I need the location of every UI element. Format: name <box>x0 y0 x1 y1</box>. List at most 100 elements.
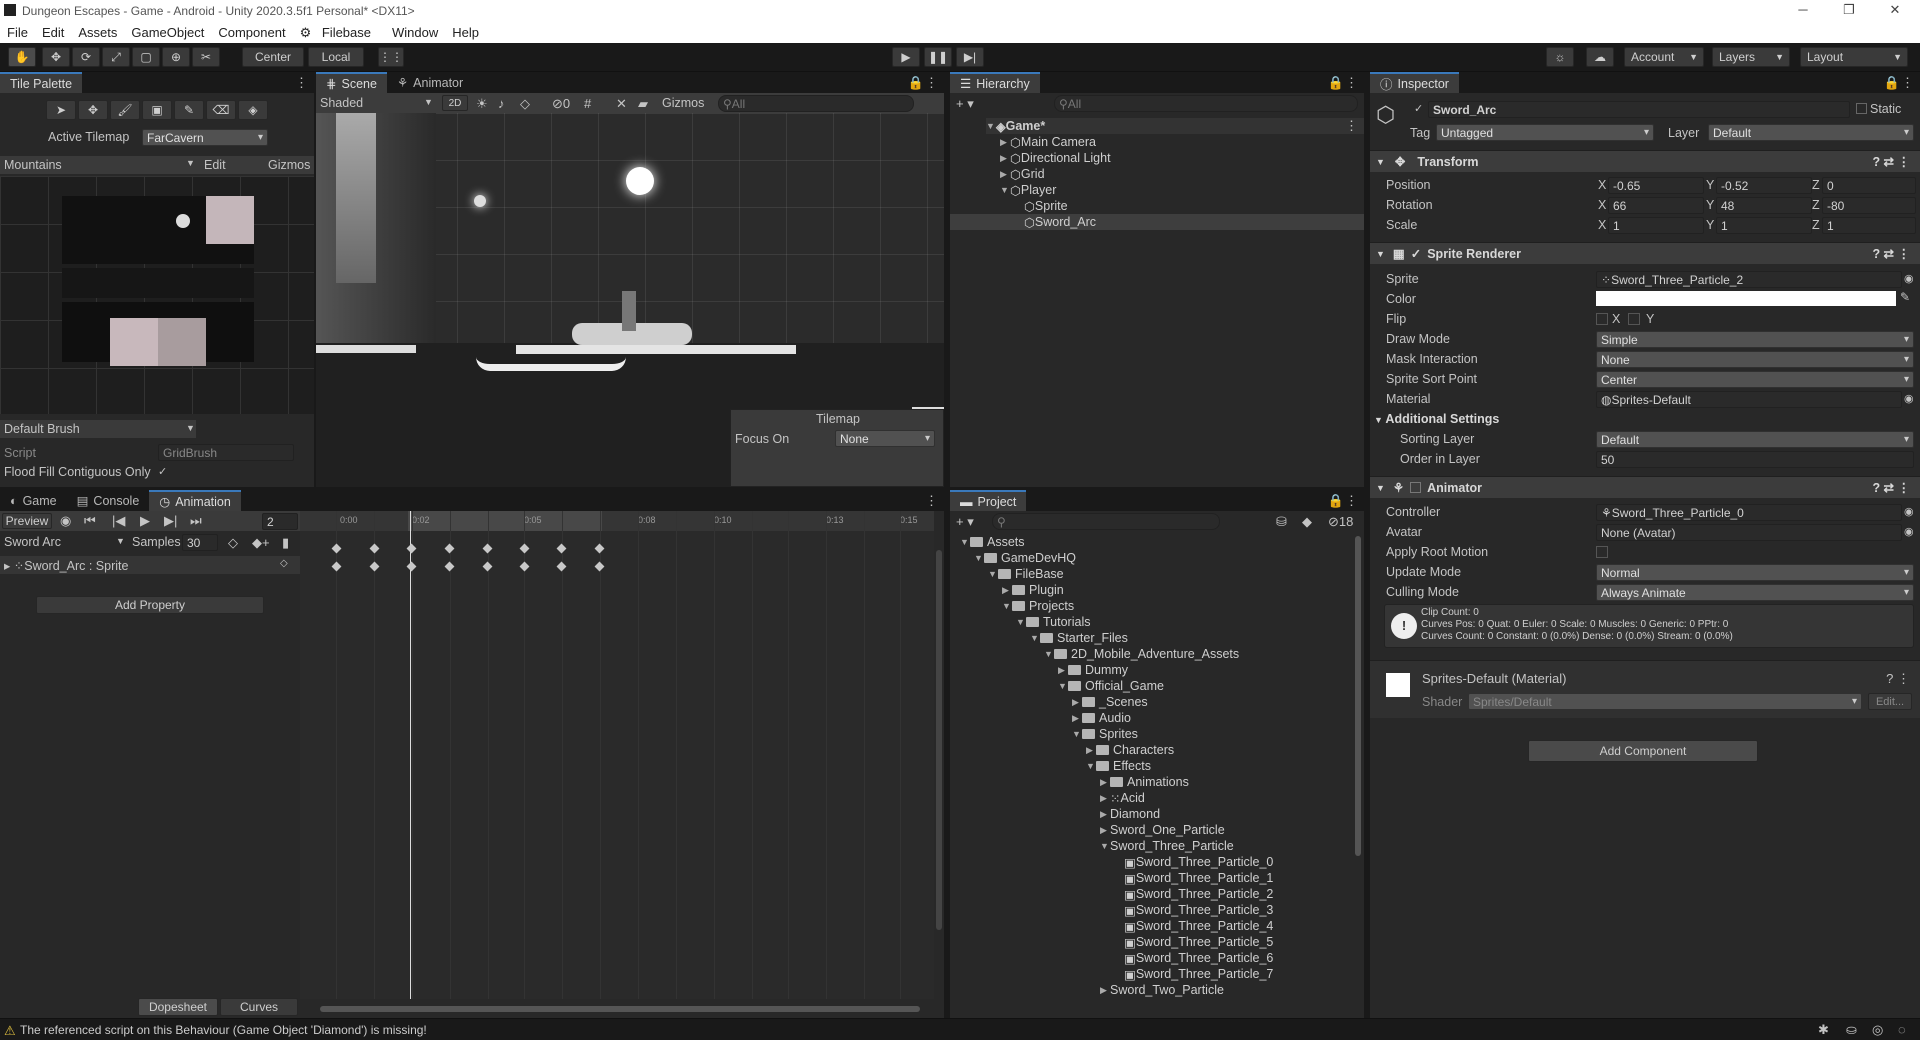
eyedropper-icon[interactable]: ✎ <box>1900 290 1910 304</box>
project-item[interactable]: ▼ Sprites <box>1072 726 1138 742</box>
tile-mountain[interactable] <box>62 268 254 298</box>
tab-project[interactable]: ▬ Project <box>950 490 1027 511</box>
object-picker-icon[interactable]: ◉ <box>1904 505 1914 518</box>
hierarchy-item-player[interactable]: ▼ ⬡ Player <box>1000 182 1056 198</box>
box-fill-tool-icon[interactable]: ▣ <box>142 100 172 120</box>
mode-2d-toggle[interactable]: 2D <box>442 95 468 111</box>
project-item[interactable]: ▶ ⁙ Acid <box>1100 790 1145 806</box>
static-checkbox[interactable] <box>1856 103 1867 114</box>
camera-icon[interactable]: ▰ <box>638 96 648 112</box>
expand-arrow[interactable]: ▶ <box>1000 137 1010 148</box>
project-item[interactable]: ▶ Diamond <box>1100 806 1160 822</box>
active-tilemap-dropdown[interactable]: FarCavern <box>142 129 268 146</box>
progress-icon[interactable]: ◎ <box>1872 1022 1883 1038</box>
mask-interaction-dropdown[interactable]: None <box>1596 351 1914 368</box>
sprite-keyframe[interactable] <box>369 561 380 572</box>
cloud-icon[interactable]: ☁ <box>1586 47 1614 67</box>
object-picker-icon[interactable]: ◉ <box>1904 272 1914 285</box>
expand-arrow[interactable]: ▶ <box>1002 585 1012 596</box>
project-add-button[interactable]: + ▾ <box>956 514 974 530</box>
select-tool-icon[interactable]: ➤ <box>46 100 76 120</box>
summary-keyframe[interactable] <box>519 543 530 554</box>
expand-arrow[interactable]: ▼ <box>1000 185 1010 195</box>
hierarchy-item-main-camera[interactable]: ▶ ⬡ Main Camera <box>1000 134 1096 150</box>
material-field[interactable]: ◍ Sprites-Default <box>1596 391 1902 408</box>
rotation-z-field[interactable]: -80 <box>1822 197 1916 214</box>
gizmos-dropdown[interactable]: Gizmos <box>662 96 704 110</box>
tab-animator[interactable]: ⚘ Animator <box>387 72 473 93</box>
bug-icon[interactable]: ✱ <box>1818 1022 1829 1038</box>
rotate-tool-icon[interactable]: ⟳ <box>72 47 100 67</box>
component-menu-icon[interactable]: ? ⇄ ⋮ <box>1872 480 1910 495</box>
expand-arrow[interactable]: ▶ <box>1086 745 1096 756</box>
expand-arrow[interactable]: ▼ <box>1002 601 1012 611</box>
sprite-keyframe[interactable] <box>444 561 455 572</box>
component-menu-icon[interactable]: ? ⇄ ⋮ <box>1872 246 1910 261</box>
project-item[interactable]: ▼ Tutorials <box>1016 614 1090 630</box>
static-dropdown[interactable]: Static <box>1870 102 1901 116</box>
sprite-field[interactable]: ⁘ Sword_Three_Particle_2 <box>1596 271 1902 288</box>
summary-keyframe[interactable] <box>444 543 455 554</box>
additional-settings-foldout[interactable]: ▼ Additional Settings <box>1374 412 1499 426</box>
transform-header[interactable]: ▼ ✥ Transform? ⇄ ⋮ <box>1370 150 1920 172</box>
project-item[interactable]: ▼ Starter_Files <box>1030 630 1128 646</box>
project-item[interactable]: ▶ Animations <box>1100 774 1189 790</box>
avatar-field[interactable]: None (Avatar) <box>1596 524 1902 541</box>
tab-hierarchy[interactable]: ☰ Hierarchy <box>950 72 1040 93</box>
animator-header[interactable]: ▼ ⚘ Animator? ⇄ ⋮ <box>1370 476 1920 498</box>
project-item[interactable]: ▼ GameDevHQ <box>974 550 1076 566</box>
project-item[interactable]: ▶ Sword_One_Particle <box>1100 822 1225 838</box>
layers-dropdown[interactable]: Layers ▼ <box>1712 47 1790 67</box>
event-marker-icon[interactable]: ▮ <box>282 535 289 551</box>
effects-icon[interactable]: ◇ <box>520 96 530 112</box>
expand-arrow[interactable]: ▼ <box>1044 649 1054 659</box>
object-picker-icon[interactable]: ◉ <box>1904 525 1914 538</box>
tile-light-2[interactable] <box>158 318 206 366</box>
rect-tool-icon[interactable]: ▢ <box>132 47 160 67</box>
expand-arrow[interactable]: ▶ <box>1100 985 1110 996</box>
component-menu-icon[interactable]: ? ⇄ ⋮ <box>1872 154 1910 169</box>
hierarchy-item-sword-arc[interactable]: ⬡ Sword_Arc <box>1024 214 1096 230</box>
menu-window[interactable]: Window <box>385 25 445 40</box>
rotation-y-field[interactable]: 48 <box>1716 197 1812 214</box>
add-event-icon[interactable]: ◆+ <box>252 535 270 551</box>
project-item[interactable]: ▣ Sword_Three_Particle_0 <box>1114 854 1273 870</box>
palette-dropdown[interactable]: Mountains <box>4 158 62 172</box>
tag-dropdown[interactable]: Untagged <box>1436 124 1654 141</box>
menu-file[interactable]: File <box>0 25 35 40</box>
shader-edit-button[interactable]: Edit... <box>1868 693 1912 710</box>
first-key-icon[interactable]: ⏮ <box>84 513 96 529</box>
expand-arrow[interactable]: ▼ <box>1058 681 1068 691</box>
layer-dropdown[interactable]: Default <box>1708 124 1914 141</box>
project-item[interactable]: ▶ Dummy <box>1058 662 1128 678</box>
color-swatch[interactable] <box>1596 291 1896 306</box>
menu-filebase[interactable]: ⚙ Filebase <box>293 25 385 41</box>
apply-root-motion-checkbox[interactable] <box>1596 546 1608 558</box>
samples-field[interactable]: 30 <box>182 534 218 551</box>
project-item[interactable]: ▼ Sword_Three_Particle <box>1100 838 1234 854</box>
position-y-field[interactable]: -0.52 <box>1716 177 1812 194</box>
search-by-type-icon[interactable]: ⛁ <box>1276 514 1287 530</box>
shader-dropdown[interactable]: Sprites/Default <box>1468 693 1862 710</box>
summary-keyframe[interactable] <box>594 543 605 554</box>
project-search-input[interactable]: ⚲ <box>992 513 1220 530</box>
expand-arrow[interactable]: ▶ <box>1100 793 1110 804</box>
project-item[interactable]: ▶ Sword_Two_Particle <box>1100 982 1224 998</box>
expand-arrow[interactable]: ▼ <box>986 121 996 131</box>
inspector-menu-icon[interactable]: ⋮ <box>1901 75 1914 91</box>
account-dropdown[interactable]: Account ▼ <box>1624 47 1704 67</box>
sprite-keyframe[interactable] <box>519 561 530 572</box>
panel-menu-icon[interactable]: ⋮ <box>295 75 308 91</box>
palette-edit-button[interactable]: Edit <box>204 158 226 172</box>
scene-search-input[interactable]: ⚲ All <box>718 95 914 112</box>
expand-arrow[interactable]: ▶ <box>1072 713 1082 724</box>
project-item[interactable]: ▼ Assets <box>960 534 1025 550</box>
play-anim-icon[interactable]: ▶ <box>140 513 150 529</box>
scale-y-field[interactable]: 1 <box>1716 217 1812 234</box>
animation-menu-icon[interactable]: ⋮ <box>925 493 938 509</box>
property-row[interactable]: ▸ ⁘Sword_Arc : Sprite ◇ <box>0 556 300 574</box>
project-item[interactable]: ▣ Sword_Three_Particle_6 <box>1114 950 1273 966</box>
hierarchy-menu-icon[interactable]: ⋮ <box>1345 75 1358 91</box>
position-x-field[interactable]: -0.65 <box>1608 177 1704 194</box>
tile-light-1[interactable] <box>110 318 158 366</box>
